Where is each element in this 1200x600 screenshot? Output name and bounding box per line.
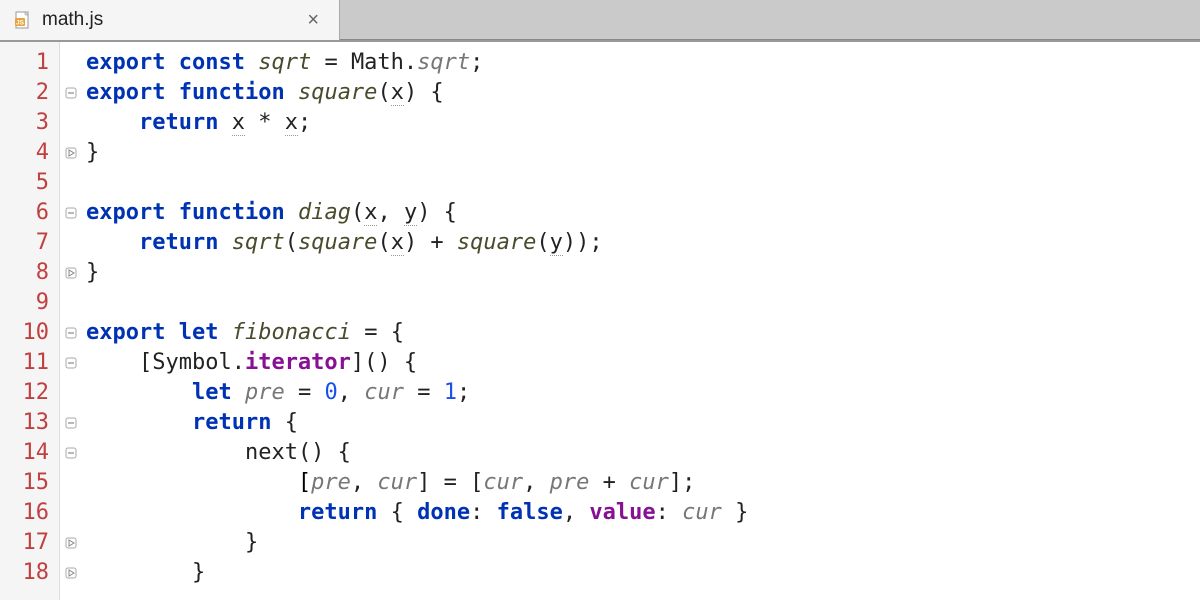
code-line[interactable]: export function diag(x, y) { bbox=[86, 198, 1200, 228]
line-number[interactable]: 11 bbox=[0, 348, 59, 378]
line-number[interactable]: 8 bbox=[0, 258, 59, 288]
code-line[interactable]: } bbox=[86, 528, 1200, 558]
line-number[interactable]: 7 bbox=[0, 228, 59, 258]
svg-text:JS: JS bbox=[16, 20, 25, 27]
line-number[interactable]: 4 bbox=[0, 138, 59, 168]
line-number[interactable]: 16 bbox=[0, 498, 59, 528]
line-number[interactable]: 12 bbox=[0, 378, 59, 408]
fold-marker[interactable] bbox=[60, 198, 82, 228]
fold-marker[interactable] bbox=[60, 528, 82, 558]
fold-marker[interactable] bbox=[60, 468, 82, 498]
fold-marker[interactable] bbox=[60, 228, 82, 258]
line-number[interactable]: 9 bbox=[0, 288, 59, 318]
tab-bar-empty-area bbox=[340, 0, 1200, 40]
fold-marker[interactable] bbox=[60, 318, 82, 348]
code-line[interactable]: next() { bbox=[86, 438, 1200, 468]
tab-bar: JS math.js × bbox=[0, 0, 1200, 42]
line-number[interactable]: 5 bbox=[0, 168, 59, 198]
line-number[interactable]: 14 bbox=[0, 438, 59, 468]
fold-marker[interactable] bbox=[60, 48, 82, 78]
code-line[interactable]: [pre, cur] = [cur, pre + cur]; bbox=[86, 468, 1200, 498]
line-number-gutter: 1 2 3 4 5 6 7 8 9 10 11 12 13 14 15 16 1… bbox=[0, 42, 60, 600]
fold-marker[interactable] bbox=[60, 408, 82, 438]
fold-marker[interactable] bbox=[60, 138, 82, 168]
line-number[interactable]: 10 bbox=[0, 318, 59, 348]
code-line[interactable]: return x * x; bbox=[86, 108, 1200, 138]
fold-marker[interactable] bbox=[60, 558, 82, 588]
editor-pane: 1 2 3 4 5 6 7 8 9 10 11 12 13 14 15 16 1… bbox=[0, 42, 1200, 600]
tab-filename: math.js bbox=[42, 9, 303, 31]
code-line[interactable]: let pre = 0, cur = 1; bbox=[86, 378, 1200, 408]
line-number[interactable]: 3 bbox=[0, 108, 59, 138]
code-line[interactable]: [Symbol.iterator]() { bbox=[86, 348, 1200, 378]
code-line[interactable]: } bbox=[86, 558, 1200, 588]
file-tab[interactable]: JS math.js × bbox=[0, 0, 340, 40]
fold-marker[interactable] bbox=[60, 288, 82, 318]
line-number[interactable]: 17 bbox=[0, 528, 59, 558]
fold-marker[interactable] bbox=[60, 258, 82, 288]
line-number[interactable]: 15 bbox=[0, 468, 59, 498]
code-line[interactable]: } bbox=[86, 138, 1200, 168]
fold-marker[interactable] bbox=[60, 108, 82, 138]
code-line[interactable]: return { bbox=[86, 408, 1200, 438]
fold-marker[interactable] bbox=[60, 378, 82, 408]
line-number[interactable]: 1 bbox=[0, 48, 59, 78]
line-number[interactable]: 13 bbox=[0, 408, 59, 438]
fold-marker[interactable] bbox=[60, 78, 82, 108]
fold-marker[interactable] bbox=[60, 168, 82, 198]
code-area[interactable]: export const sqrt = Math.sqrt; export fu… bbox=[82, 42, 1200, 600]
code-line[interactable]: return sqrt(square(x) + square(y)); bbox=[86, 228, 1200, 258]
fold-gutter bbox=[60, 42, 82, 600]
code-line[interactable]: return { done: false, value: cur } bbox=[86, 498, 1200, 528]
code-line[interactable]: export let fibonacci = { bbox=[86, 318, 1200, 348]
fold-marker[interactable] bbox=[60, 348, 82, 378]
fold-marker[interactable] bbox=[60, 498, 82, 528]
code-line[interactable] bbox=[86, 288, 1200, 318]
code-line[interactable]: } bbox=[86, 258, 1200, 288]
code-line[interactable] bbox=[86, 168, 1200, 198]
close-tab-button[interactable]: × bbox=[303, 9, 323, 32]
js-file-icon: JS bbox=[14, 11, 32, 29]
code-line[interactable]: export function square(x) { bbox=[86, 78, 1200, 108]
line-number[interactable]: 6 bbox=[0, 198, 59, 228]
line-number[interactable]: 2 bbox=[0, 78, 59, 108]
fold-marker[interactable] bbox=[60, 438, 82, 468]
code-line[interactable]: export const sqrt = Math.sqrt; bbox=[86, 48, 1200, 78]
line-number[interactable]: 18 bbox=[0, 558, 59, 588]
